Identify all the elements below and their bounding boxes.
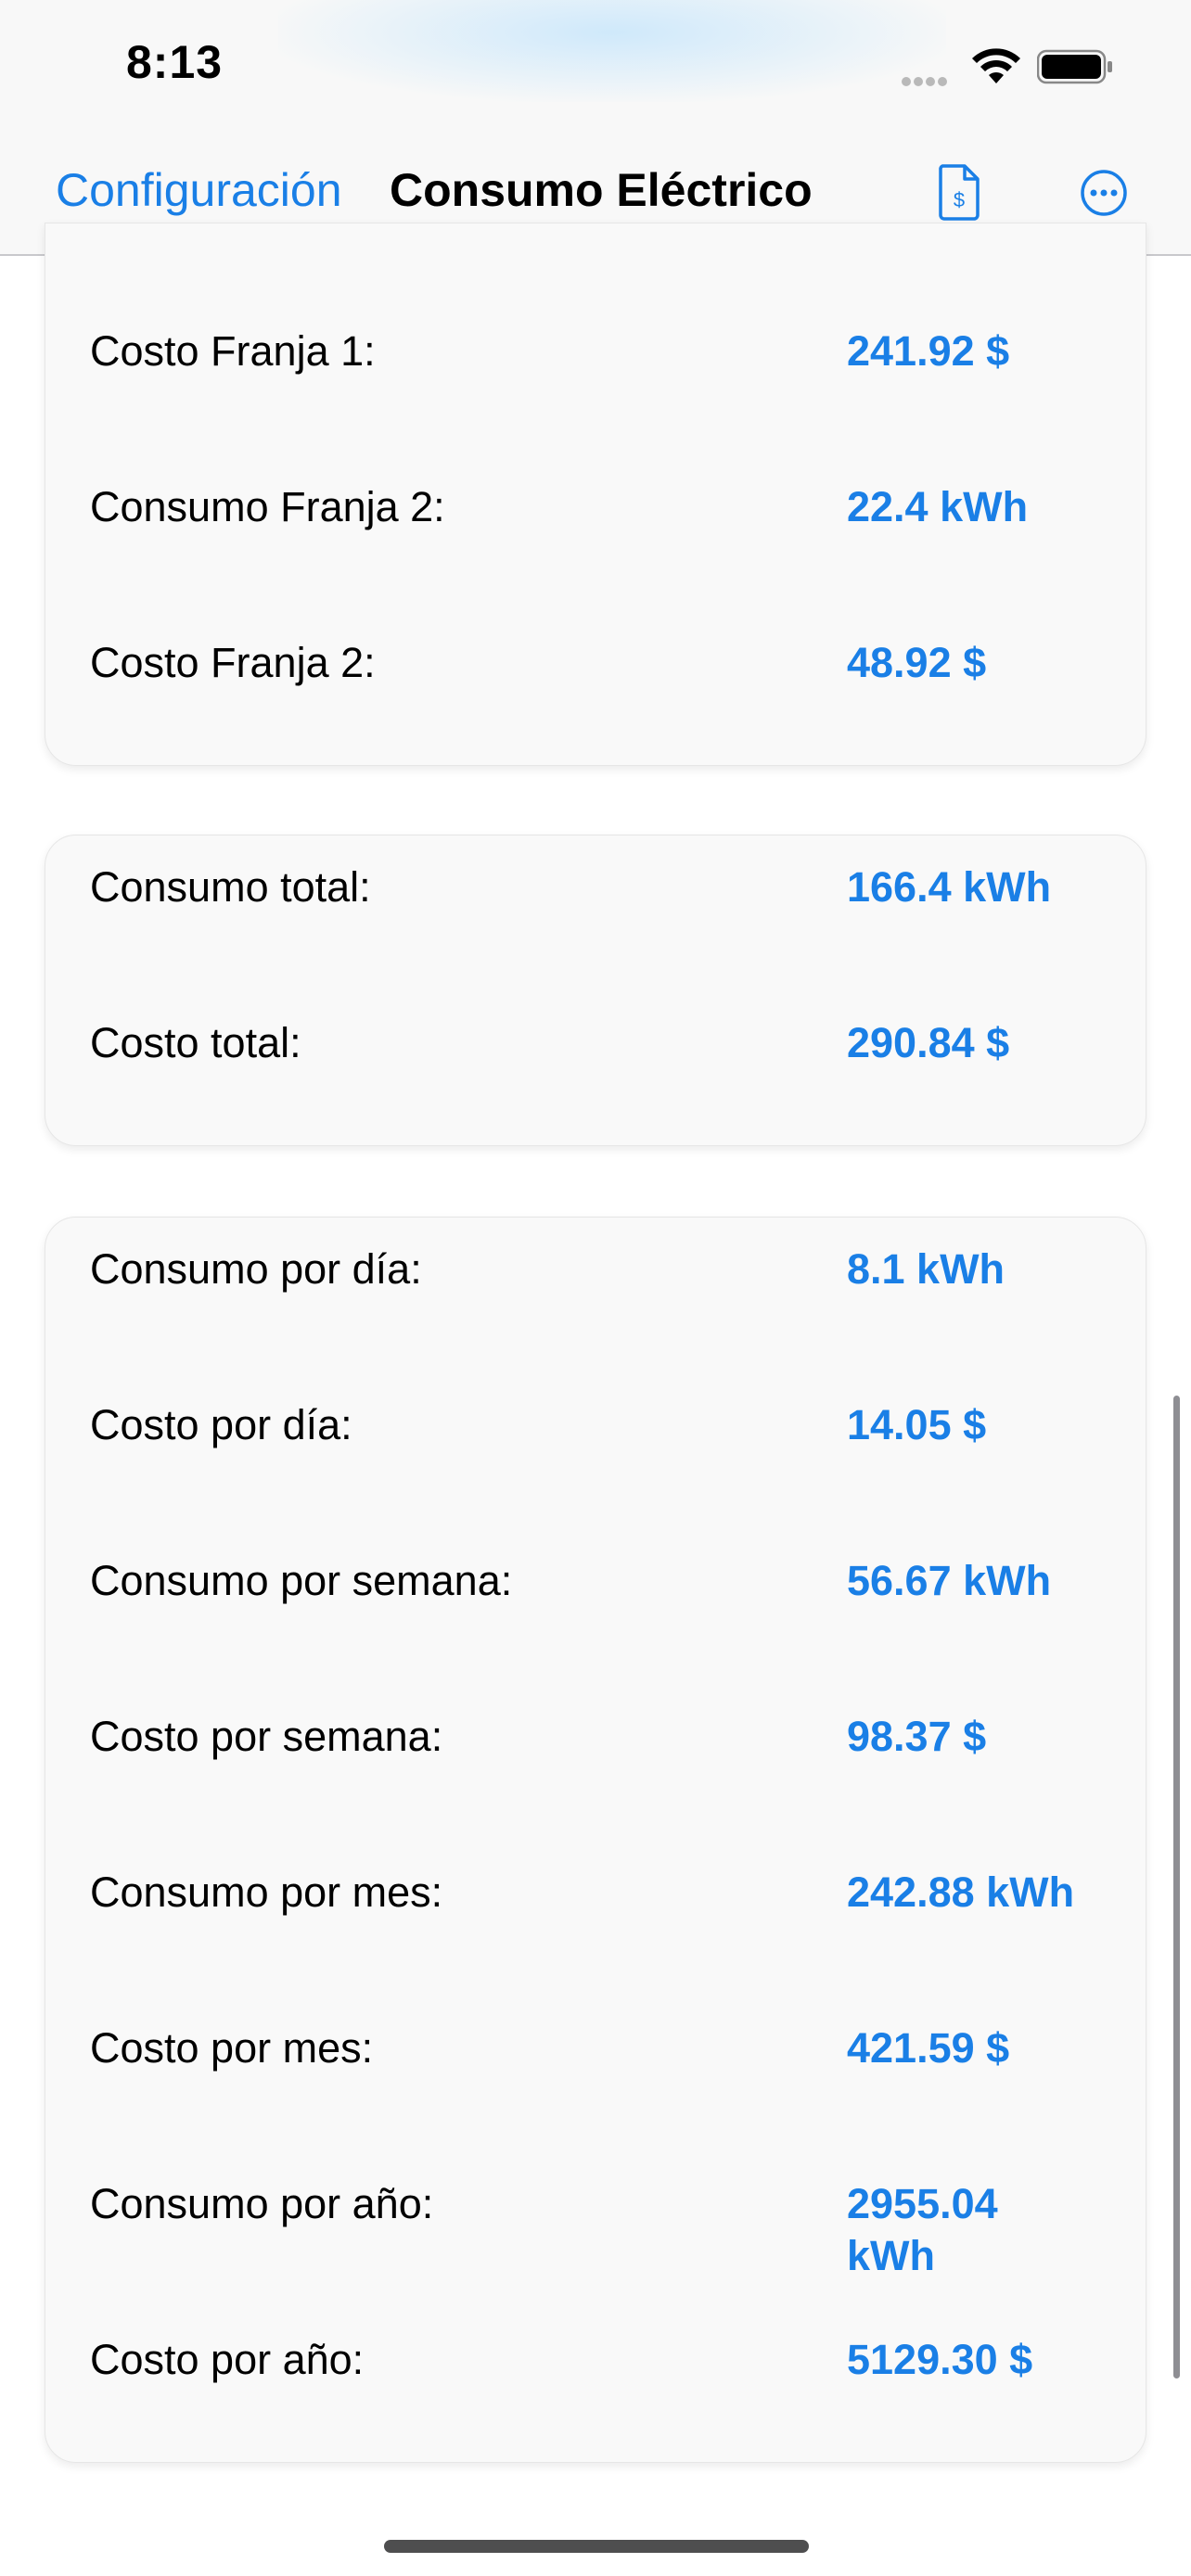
- svg-text:$: $: [954, 188, 965, 211]
- row-label: Costo por mes:: [90, 2024, 374, 2072]
- status-bar: 8:13: [0, 0, 1191, 139]
- row-label: Costo Franja 2:: [90, 639, 376, 686]
- cellular-signal-icon: [902, 74, 950, 91]
- row-value: 241.92 $: [847, 327, 1010, 375]
- scrollbar[interactable]: [1173, 1396, 1180, 2378]
- row-label: Consumo por año:: [90, 2180, 434, 2227]
- row-value: 421.59 $: [847, 2024, 1010, 2072]
- row-value: 48.92 $: [847, 639, 987, 686]
- row-value: 14.05 $: [847, 1401, 987, 1448]
- wifi-icon: [972, 48, 1020, 83]
- configuracion-back-button[interactable]: Configuración: [56, 163, 342, 217]
- row-label: Consumo por mes:: [90, 1868, 443, 1916]
- row-label: Costo por año:: [90, 2336, 365, 2383]
- row-value: 242.88 kWh: [847, 1868, 1075, 1916]
- row-label: Consumo por semana:: [90, 1557, 513, 1604]
- row-label: Costo total:: [90, 1019, 301, 1066]
- row-value: 5129.30 $: [847, 2336, 1033, 2383]
- battery-icon: [1037, 49, 1112, 84]
- row-label: Costo por semana:: [90, 1713, 443, 1760]
- row-label: Costo Franja 1:: [90, 327, 376, 375]
- totals-card: Consumo total: 166.4 kWh Costo total: 29…: [45, 835, 1146, 1146]
- row-label: Consumo total:: [90, 863, 371, 911]
- status-bar-glow: [278, 0, 946, 102]
- franjas-card: Costo Franja 1: 241.92 $ Consumo Franja …: [45, 223, 1146, 766]
- row-label: Consumo por día:: [90, 1245, 422, 1293]
- row-label: Consumo Franja 2:: [90, 483, 445, 530]
- row-value: 22.4 kWh: [847, 483, 1029, 530]
- row-value: 290.84 $: [847, 1019, 1010, 1066]
- row-value: 8.1 kWh: [847, 1245, 1005, 1293]
- row-value: 98.37 $: [847, 1713, 987, 1760]
- row-value: 56.67 kWh: [847, 1557, 1052, 1604]
- page-title: Consumo Eléctrico: [390, 164, 813, 216]
- row-value: 2955.04 kWh: [847, 2180, 998, 2279]
- home-indicator[interactable]: [384, 2540, 809, 2553]
- row-label: Costo por día:: [90, 1401, 352, 1448]
- dollar-document-icon[interactable]: $: [937, 163, 981, 221]
- rates-card: Consumo por día: 8.1 kWh Costo por día: …: [45, 1217, 1146, 2463]
- more-icon[interactable]: [1080, 169, 1128, 217]
- status-time: 8:13: [126, 36, 224, 88]
- row-value: 166.4 kWh: [847, 863, 1052, 911]
